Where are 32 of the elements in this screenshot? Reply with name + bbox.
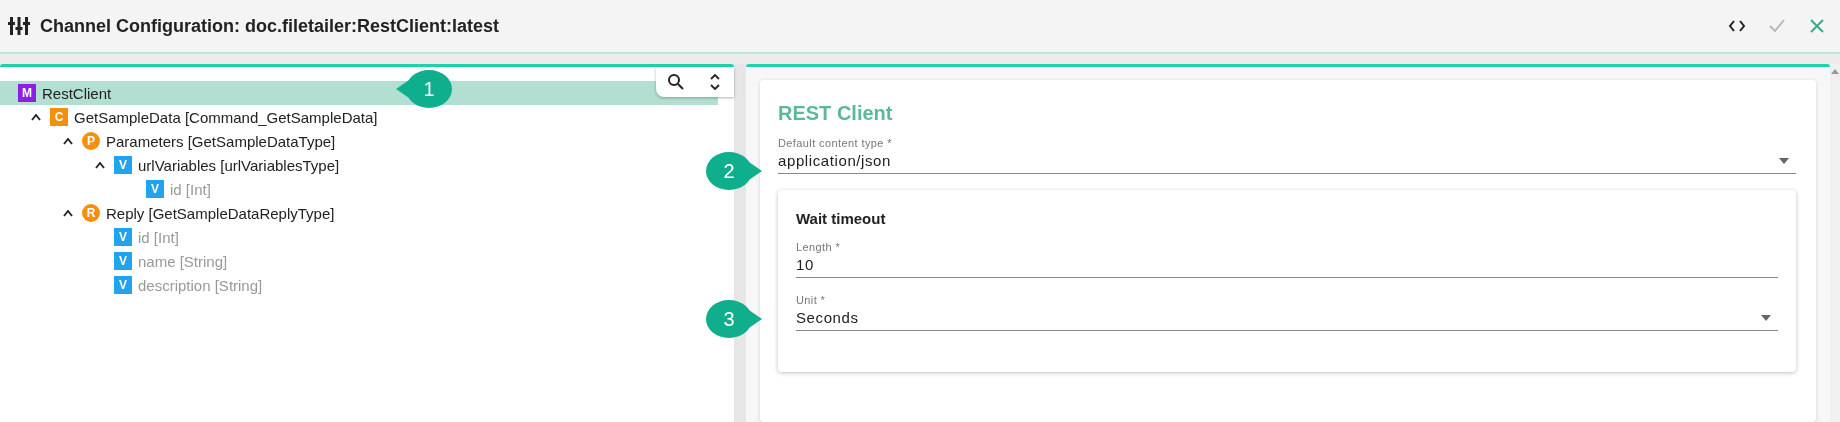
- window-title: Channel Configuration: doc.filetailer:RestClient:latest: [40, 15, 500, 37]
- collapse-chevron-icon[interactable]: [30, 112, 42, 122]
- type-badge: C: [50, 108, 68, 126]
- form-title: REST Client: [778, 102, 894, 125]
- close-icon: [1808, 17, 1826, 35]
- tree-item[interactable]: P Parameters [GetSampleDataType]: [0, 129, 336, 153]
- collapse-chevron-icon[interactable]: [62, 208, 74, 218]
- caret-icon: [1760, 313, 1772, 322]
- collapse-chevron-icon[interactable]: [62, 136, 74, 146]
- check-icon: [1768, 17, 1786, 35]
- type-badge: V: [114, 228, 132, 246]
- tree-item[interactable]: C GetSampleData [Command_GetSampleData]: [0, 105, 378, 129]
- sliders-icon: [8, 16, 30, 36]
- select-field[interactable]: Unit * Seconds: [796, 294, 1778, 331]
- section-title: Wait timeout: [796, 210, 887, 227]
- type-badge: P: [82, 132, 100, 150]
- search-button[interactable]: [666, 72, 686, 92]
- input-field[interactable]: Length * 10: [796, 241, 1778, 278]
- tree-item[interactable]: V urlVariables [urlVariablesType]: [0, 153, 340, 177]
- type-badge: V: [146, 180, 164, 198]
- tree-item[interactable]: R Reply [GetSampleDataReplyType]: [0, 201, 335, 225]
- select-field[interactable]: Default content type * application/json: [778, 137, 1796, 174]
- type-badge: V: [114, 252, 132, 270]
- type-badge: V: [114, 276, 132, 294]
- type-badge: R: [82, 204, 100, 222]
- type-badge: V: [114, 156, 132, 174]
- chevrons-icon: [708, 72, 722, 92]
- collapse-chevron-icon[interactable]: [94, 160, 106, 170]
- scrollbar[interactable]: [1830, 64, 1840, 422]
- type-badge: M: [18, 84, 36, 102]
- caret-icon: [1778, 156, 1790, 165]
- search-icon: [668, 74, 684, 90]
